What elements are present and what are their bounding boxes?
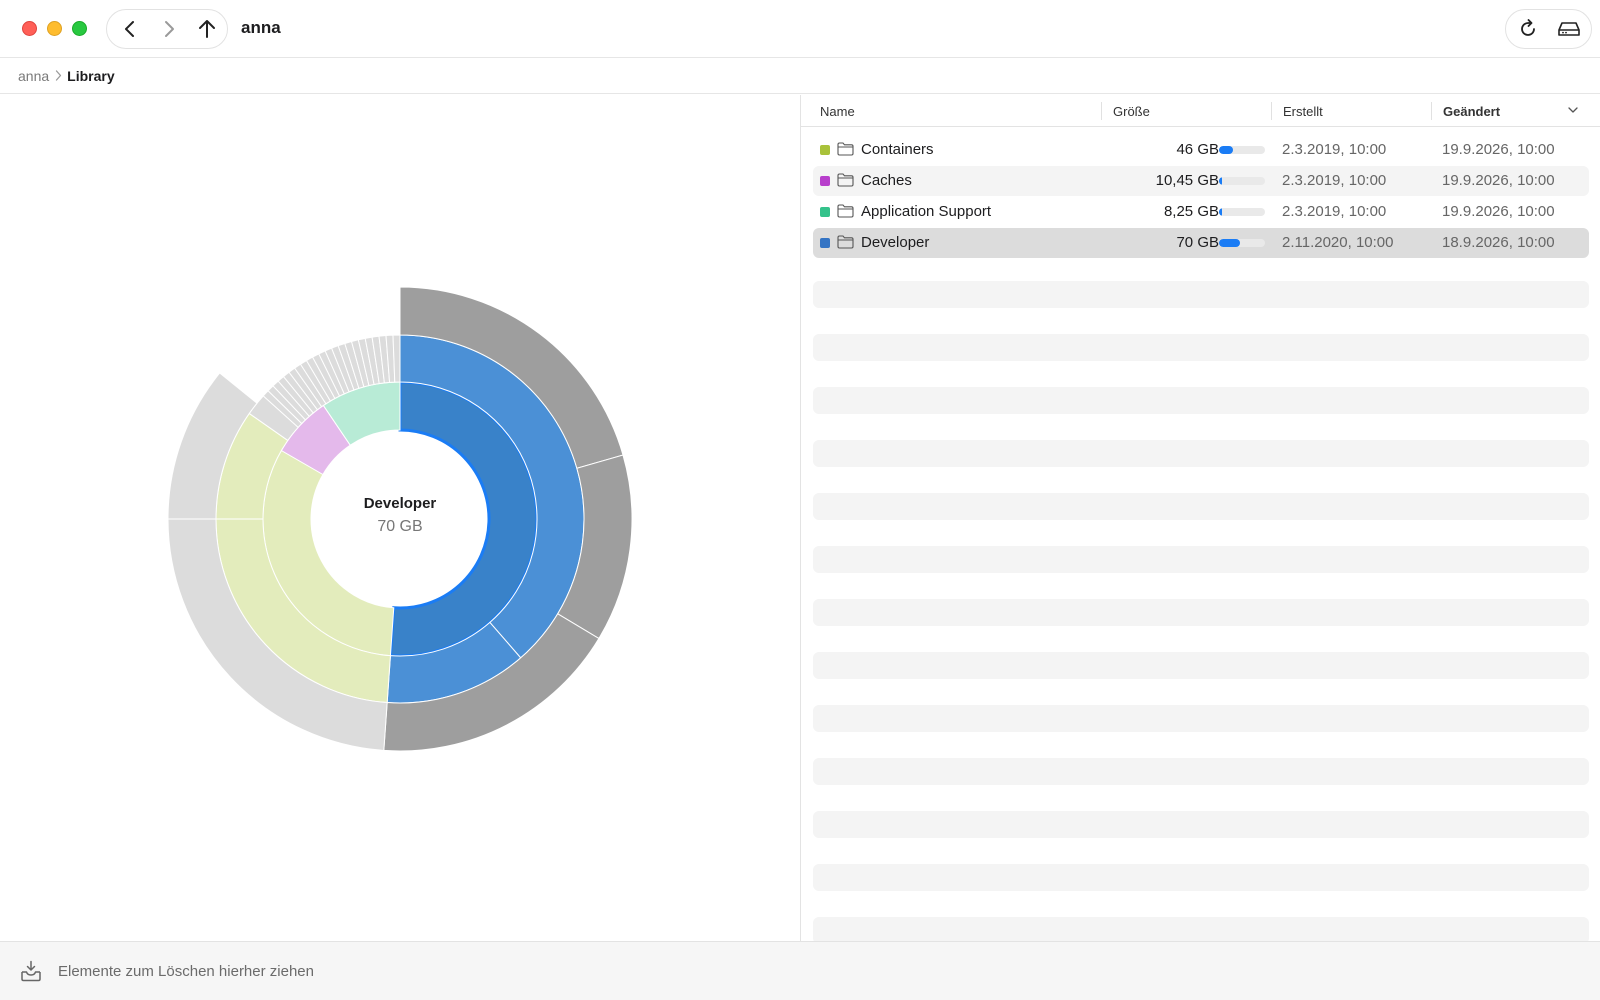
zoom-window-button[interactable] (72, 21, 87, 36)
column-separator[interactable] (1431, 102, 1432, 120)
row-size: 10,45 GB (1155, 172, 1219, 189)
color-swatch (820, 238, 830, 248)
column-header-name[interactable]: Name (820, 104, 855, 119)
size-bar-fill (1219, 177, 1223, 185)
row-size: 8,25 GB (1163, 203, 1219, 220)
close-window-button[interactable] (22, 21, 37, 36)
empty-row (813, 387, 1589, 414)
empty-row (813, 811, 1589, 838)
list-header: Name Größe Erstellt Geändert (801, 95, 1600, 127)
size-bar-fill (1219, 208, 1222, 216)
row-name: Caches (861, 172, 912, 189)
empty-row (813, 705, 1589, 732)
chevron-left-icon (125, 21, 134, 37)
list-row-containers[interactable]: Containers 46 GB 2.3.2019, 10:00 19.9.20… (813, 135, 1589, 165)
toolbar-actions (1505, 9, 1592, 49)
size-bar-fill (1219, 239, 1241, 247)
sunburst-segment-small[interactable] (392, 334, 401, 383)
selected-item-name: Developer (363, 495, 437, 512)
sort-descending-icon[interactable] (1568, 106, 1578, 114)
row-created: 2.3.2019, 10:00 (1282, 203, 1387, 220)
sunburst-chart-pane: Developer 70 GB (0, 95, 800, 941)
empty-row (813, 917, 1589, 941)
refresh-button[interactable] (1508, 10, 1548, 48)
sunburst-center-label[interactable]: Developer 70 GB (300, 495, 500, 536)
empty-row (813, 599, 1589, 626)
color-swatch (820, 145, 830, 155)
column-header-size[interactable]: Größe (1113, 104, 1150, 119)
navigation-group (106, 9, 228, 49)
chevron-right-icon (55, 70, 62, 81)
up-button[interactable] (188, 10, 226, 48)
size-bar (1219, 239, 1265, 247)
row-name: Containers (861, 141, 934, 158)
tray-download-icon (21, 960, 41, 982)
row-modified: 19.9.2026, 10:00 (1442, 203, 1555, 220)
list-row-developer[interactable]: Developer 70 GB 2.11.2020, 10:00 18.9.20… (813, 228, 1589, 258)
minimize-window-button[interactable] (47, 21, 62, 36)
color-swatch (820, 176, 830, 186)
selected-item-size: 70 GB (377, 518, 423, 535)
empty-row (813, 493, 1589, 520)
window-title: anna (241, 18, 281, 37)
chevron-right-icon (165, 21, 174, 37)
row-created: 2.11.2020, 10:00 (1282, 234, 1394, 251)
empty-row (813, 281, 1589, 308)
breadcrumb: anna Library (0, 58, 1600, 94)
folder-icon (837, 235, 854, 249)
arrow-up-icon (199, 20, 215, 38)
empty-row (813, 758, 1589, 785)
back-button[interactable] (111, 10, 149, 48)
size-bar (1219, 177, 1265, 185)
row-created: 2.3.2019, 10:00 (1282, 141, 1387, 158)
folder-icon (837, 204, 854, 218)
row-size: 46 GB (1176, 141, 1219, 158)
empty-row (813, 440, 1589, 467)
row-modified: 18.9.2026, 10:00 (1442, 234, 1555, 251)
breadcrumb-item-library[interactable]: Library (67, 68, 114, 84)
breadcrumb-item-anna[interactable]: anna (18, 68, 49, 84)
column-header-created[interactable]: Erstellt (1283, 104, 1323, 119)
empty-row (813, 546, 1589, 573)
empty-row (813, 652, 1589, 679)
row-modified: 19.9.2026, 10:00 (1442, 172, 1555, 189)
drop-zone-text: Elemente zum Löschen hierher ziehen (58, 963, 314, 980)
column-header-modified[interactable]: Geändert (1443, 104, 1500, 119)
row-name: Developer (861, 234, 930, 251)
color-swatch (820, 207, 830, 217)
empty-row (813, 334, 1589, 361)
empty-row (813, 864, 1589, 891)
forward-button[interactable] (150, 10, 188, 48)
file-list: Name Größe Erstellt Geändert Containers … (801, 95, 1600, 941)
size-bar (1219, 208, 1265, 216)
list-row-caches[interactable]: Caches 10,45 GB 2.3.2019, 10:00 19.9.202… (813, 166, 1589, 196)
drop-zone-footer[interactable]: Elemente zum Löschen hierher ziehen (0, 941, 1600, 1000)
size-bar (1219, 146, 1265, 154)
column-separator[interactable] (1271, 102, 1272, 120)
toolbar: anna (0, 0, 1600, 58)
column-separator[interactable] (1101, 102, 1102, 120)
list-row-application-support[interactable]: Application Support 8,25 GB 2.3.2019, 10… (813, 197, 1589, 227)
size-bar-fill (1219, 146, 1233, 154)
row-size: 70 GB (1176, 234, 1219, 251)
row-created: 2.3.2019, 10:00 (1282, 172, 1387, 189)
row-modified: 19.9.2026, 10:00 (1442, 141, 1555, 158)
row-name: Application Support (861, 203, 992, 220)
folder-icon (837, 142, 854, 156)
refresh-icon (1521, 19, 1535, 36)
disk-button[interactable] (1549, 10, 1589, 48)
disk-icon (1558, 22, 1580, 36)
folder-icon (837, 173, 854, 187)
